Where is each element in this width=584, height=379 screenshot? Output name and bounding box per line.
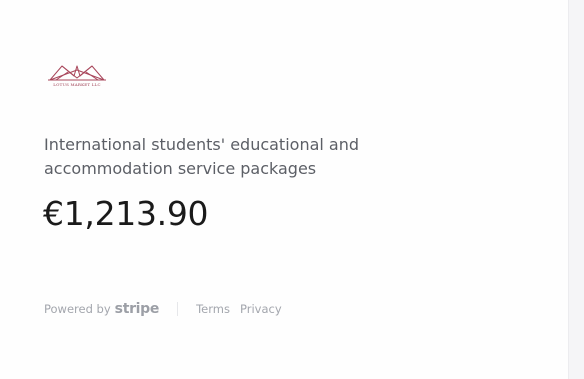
payment-panel-edge [568,0,584,379]
product-price: €1,213.90 [43,194,209,233]
terms-link[interactable]: Terms [196,302,230,316]
privacy-link[interactable]: Privacy [240,302,282,316]
stripe-logo: stripe [114,301,160,317]
footer-divider [177,302,179,316]
merchant-logo: LOTUS MARKET LLC [44,62,110,92]
lotus-logo-icon [48,65,106,81]
checkout-page: LOTUS MARKET LLC International students'… [0,0,584,379]
powered-by-label: Powered by [44,302,111,316]
product-name: International students' educational and … [44,135,360,178]
powered-by-stripe-link[interactable]: Powered by stripe [44,301,159,317]
checkout-footer: Powered by stripe Terms Privacy [44,299,292,319]
merchant-name-logo: LOTUS MARKET LLC [53,82,101,87]
